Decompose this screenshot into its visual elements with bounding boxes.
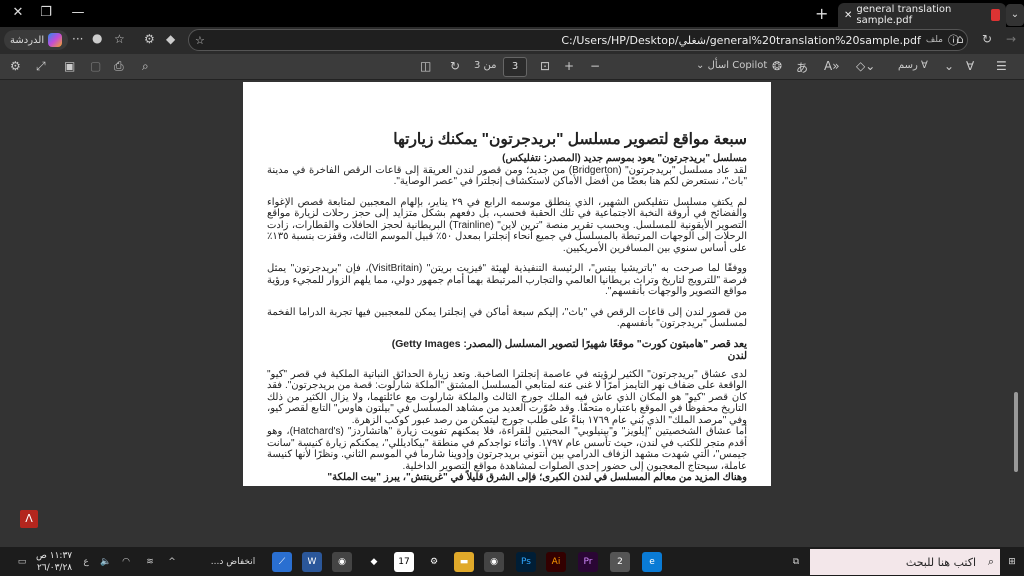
extension-icon[interactable]: ◆ [166,32,175,46]
paragraph: وهناك المزيد من معالم المسلسل في لندن ال… [327,472,747,483]
forward-icon[interactable]: → [1006,32,1016,46]
word-icon[interactable]: W [302,552,322,572]
date: ٢٦/٠٣/٢٨ [37,563,73,573]
url-field[interactable]: ☆ C:/Users/HP/Desktop/شغلي/general%20tra… [188,29,968,51]
settings-app-icon[interactable]: ⚙ [424,552,444,572]
pdf-viewer: سبعة مواقع لتصوير مسلسل "بريدجرتون" يمكن… [0,80,1024,546]
search-icon: ⌕ [987,555,994,568]
photoshop-icon[interactable]: Ps [516,552,536,572]
favorite-star-icon[interactable]: ☆ [195,34,205,47]
chrome-icon[interactable]: ◉ [332,552,352,572]
minimize-window-button[interactable]: — [68,5,88,20]
app-icon[interactable]: 2 [610,552,630,572]
copilot-chat-button[interactable]: الدردشة [4,30,69,50]
task-view-icon[interactable]: ⧉ [786,552,806,572]
taskbar-search[interactable]: ⌕ اكتب هنا للبحث [810,549,1000,575]
restore-window-button[interactable]: ❐ [36,5,56,20]
fullscreen-icon[interactable]: ⤢ [36,59,46,74]
favorites-icon[interactable]: ☆ [114,32,125,46]
extensions-icon[interactable]: ⚙ [144,32,155,46]
save-as-icon[interactable]: ▣ [64,59,75,73]
erase-icon[interactable]: ◇⌄ [856,59,875,73]
read-aloud-icon[interactable]: A» [824,59,840,73]
fit-page-icon[interactable]: ⊡ [540,59,550,73]
file-label: ملف [925,35,943,45]
paragraph: أما عشاق الشخصيتين "إيلويز" و"بينيلوبي" … [267,426,747,472]
title-bar: ✕ ❐ — + ✕ general translation sample.pdf… [0,0,1024,27]
home-icon[interactable]: ⌂ [956,32,964,46]
search-placeholder: اكتب هنا للبحث [905,555,976,569]
file-explorer-icon[interactable]: ▬ [454,552,474,572]
start-icon[interactable]: ⊞ [1002,552,1022,572]
rotate-icon[interactable]: ↻ [450,59,460,73]
address-bar-row: الدردشة ··· ● ☆ ⚙ ◆ ☆ C:/Users/HP/Deskto… [0,27,1024,54]
document-title: سبعة مواقع لتصوير مسلسل "بريدجرتون" يمكن… [393,131,747,148]
search-icon[interactable]: ⌕ [142,59,149,74]
close-tab-icon[interactable]: ✕ [844,10,852,21]
time: ١١:٣٧ ص [36,551,73,561]
more-icon[interactable]: ··· [72,32,83,46]
paragraph: لقد عاد مسلسل "بريدجرتون" (Bridgerton) م… [267,164,748,188]
paragraph: لم يكتفِ مسلسل نتفليكس الشهير، الذي ينطل… [267,196,747,254]
ask-copilot-label: اسأل Copilot [707,60,768,71]
profile-icon[interactable]: ● [92,31,102,45]
paragraph: ووفقًا لما صرحت به "باتريشيا ييتس"، الرئ… [267,263,747,297]
save-icon[interactable]: ▢ [90,59,101,73]
copilot-icon[interactable]: ❂ [772,59,782,73]
tab-title: general translation sample.pdf [856,4,952,26]
zoom-in-icon[interactable]: + [564,59,574,73]
taskbar: ▭ ١١:٣٧ ص ٢٦/٠٣/٢٨ ع 🔈 ◠ ≋ ^ انخفاض د... … [0,546,1024,576]
draw-label: رسم [898,60,918,71]
image-caption: يعد قصر "هامبتون كورت" موقعًا شهيرًا لتص… [391,338,747,350]
app-icon[interactable]: ◆ [364,552,384,572]
image-caption: مسلسل "بريدجرتون" يعود بموسم جديد (المصد… [502,153,747,164]
url-text: C:/Users/HP/Desktop/شغلي/general%20trans… [561,33,921,47]
edge-icon[interactable]: e [642,552,662,572]
language-indicator[interactable]: ع [76,552,96,572]
volume-icon[interactable]: 🔈 [96,552,116,572]
clock[interactable]: ١١:٣٧ ص ٢٦/٠٣/٢٨ [36,550,72,574]
pdf-page: سبعة مواقع لتصوير مسلسل "بريدجرتون" يمكن… [243,82,771,486]
contents-icon[interactable]: ☰ [996,59,1007,73]
network-icon[interactable]: ◠ [116,552,136,572]
print-icon[interactable]: ⎙ [114,59,124,74]
scrollbar[interactable] [1012,80,1020,546]
chrome-profile-icon[interactable]: ◉ [484,552,504,572]
chat-label: الدردشة [10,34,45,46]
paragraph: لدى عشاق "بريدجرتون" الكثير لرؤيته في عا… [267,368,747,426]
tray-overflow-icon[interactable]: ^ [162,552,182,572]
page-view-icon[interactable]: ◫ [420,59,431,73]
premiere-icon[interactable]: Pr [578,552,598,572]
zoom-out-icon[interactable]: − [590,59,600,73]
pdf-file-icon [990,9,1000,21]
translate-icon[interactable]: あ [796,59,808,76]
copilot-icon [48,33,63,47]
highlight-icon[interactable]: ∀ [966,59,974,73]
tab-pdf[interactable]: ✕ general translation sample.pdf [838,3,1006,27]
app-icon[interactable]: ⟋ [272,552,292,572]
weather-widget[interactable]: انخفاض د... [196,552,270,572]
draw-button[interactable]: رسم ∀ [898,60,928,71]
illustrator-icon[interactable]: Ai [546,552,566,572]
settings-icon[interactable]: ⚙ [10,59,21,73]
close-window-button[interactable]: ✕ [8,5,28,20]
ask-copilot-button[interactable]: ⌄ اسأل Copilot [696,60,767,71]
notifications-icon[interactable]: ▭ [12,552,32,572]
capcut-icon[interactable]: 17 [394,552,414,572]
acrobat-icon[interactable]: ⴷ [20,510,38,528]
page-count: من 3 [474,60,497,71]
new-tab-button[interactable]: + [815,4,828,23]
page-number-input[interactable]: 3 [503,57,527,77]
section-heading: لندن [727,350,747,362]
pdf-toolbar: ⚙ ⤢ ▣ ▢ ⎙ ⌕ ◫ ↻ من 3 3 ⊡ + − ⌄ اسأل Copi… [0,54,1024,80]
refresh-icon[interactable]: ↻ [982,32,992,46]
draw-options-icon[interactable]: ⌄ [944,59,954,73]
paragraph: من قصور لندن إلى قاعات الرقص في "باث"، إ… [267,306,747,330]
wifi-icon[interactable]: ≋ [140,552,160,572]
tab-actions-button[interactable]: ⌄ [1006,4,1024,26]
scrollbar-thumb[interactable] [1014,392,1018,472]
